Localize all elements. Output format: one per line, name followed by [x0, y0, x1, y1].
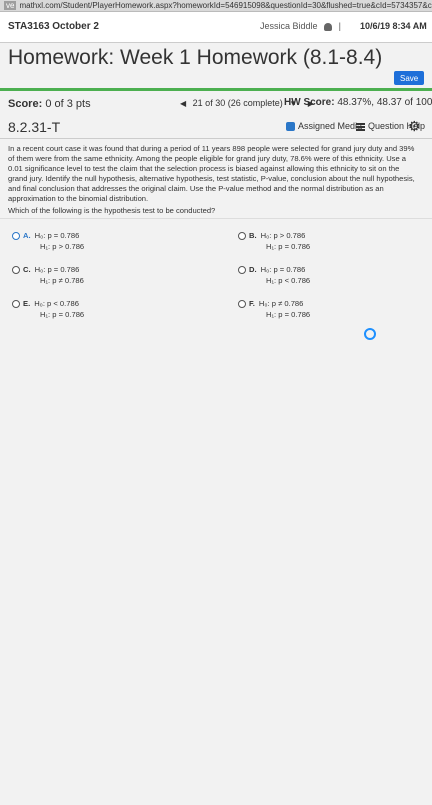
option-h1: H₁: p = 0.786 — [266, 310, 311, 319]
assigned-media-label: Assigned Media — [298, 121, 363, 131]
radio-button[interactable] — [12, 266, 20, 274]
cursor-indicator — [364, 328, 376, 340]
option-h1: H₁: p < 0.786 — [266, 276, 311, 285]
user-name: Jessica Biddle — [260, 21, 318, 31]
hw-score-label: HW Score: — [284, 97, 335, 108]
question-number: 8.2.31-T — [8, 119, 61, 135]
hw-score-value: 48.37%, 48.37 of 100 pts — [337, 97, 432, 108]
app-header: STA3163 October 2 Jessica Biddle | 10/6/… — [0, 12, 432, 43]
answer-option-e[interactable]: E. H₀: p < 0.786 H₁: p = 0.786 — [12, 298, 84, 320]
homework-score: HW Score: 48.37%, 48.37 of 100 pts — [284, 97, 432, 108]
answer-option-c[interactable]: C. H₀: p = 0.786 H₁: p ≠ 0.786 — [12, 264, 84, 286]
radio-button[interactable] — [12, 300, 20, 308]
score-label: Score: — [8, 98, 43, 110]
save-button[interactable]: Save — [394, 71, 424, 85]
course-name[interactable]: STA3163 October 2 — [8, 21, 99, 32]
score-value: 0 of 3 pts — [45, 98, 91, 110]
option-h0: H₀: p ≠ 0.786 — [258, 299, 304, 308]
option-h0: H₀: p = 0.786 — [34, 231, 80, 240]
answer-option-f[interactable]: F. H₀: p ≠ 0.786 H₁: p = 0.786 — [238, 298, 310, 320]
option-letter: C. — [23, 265, 31, 274]
radio-button[interactable] — [238, 266, 246, 274]
list-icon — [356, 122, 365, 131]
homework-title: Homework: Week 1 Homework (8.1-8.4) — [8, 46, 383, 69]
answer-option-b[interactable]: B. H₀: p > 0.786 H₁: p = 0.786 — [238, 230, 310, 252]
option-h1: H₁: p ≠ 0.786 — [40, 276, 84, 285]
divider — [0, 218, 432, 219]
option-letter: D. — [249, 265, 257, 274]
question-score: Score: 0 of 3 pts — [8, 98, 91, 110]
user-menu[interactable]: Jessica Biddle | — [260, 21, 341, 31]
user-icon — [324, 22, 333, 31]
option-h1: H₁: p = 0.786 — [40, 310, 85, 319]
radio-button[interactable] — [12, 232, 20, 240]
page: ve mathxl.com/Student/PlayerHomework.aspx… — [0, 0, 432, 805]
assigned-media-button[interactable]: Assigned Media — [286, 121, 363, 132]
answer-option-d[interactable]: D. H₀: p = 0.786 H₁: p < 0.786 — [238, 264, 310, 286]
answer-option-a[interactable]: A. H₀: p = 0.786 H₁: p > 0.786 — [12, 230, 84, 252]
option-letter: B. — [249, 231, 257, 240]
option-h0: H₀: p < 0.786 — [34, 299, 79, 308]
option-h0: H₀: p > 0.786 — [260, 231, 306, 240]
problem-text: In a recent court case it was found that… — [8, 144, 415, 203]
question-progress[interactable]: 21 of 30 (26 complete) — [193, 98, 283, 108]
gear-icon[interactable]: ⚙ — [408, 118, 421, 135]
url-text: mathxl.com/Student/PlayerHomework.aspx?h… — [19, 1, 432, 10]
radio-button[interactable] — [238, 300, 246, 308]
option-letter: A. — [23, 231, 31, 240]
header-separator: | — [338, 21, 341, 31]
option-h1: H₁: p > 0.786 — [40, 242, 85, 251]
radio-button[interactable] — [238, 232, 246, 240]
divider — [0, 138, 432, 139]
question-prompt: Which of the following is the hypothesis… — [8, 206, 216, 215]
header-datetime: 10/6/19 8:34 AM — [360, 21, 427, 31]
media-icon — [286, 122, 295, 132]
url-prefix: ve — [4, 1, 17, 10]
option-h0: H₀: p = 0.786 — [34, 265, 80, 274]
option-letter: E. — [23, 299, 31, 308]
previous-question-icon[interactable]: ◀ — [180, 99, 186, 108]
browser-url-bar[interactable]: ve mathxl.com/Student/PlayerHomework.aspx… — [0, 0, 432, 12]
option-h1: H₁: p = 0.786 — [266, 242, 311, 251]
option-h0: H₀: p = 0.786 — [260, 265, 306, 274]
option-letter: F. — [249, 299, 255, 308]
progress-divider — [0, 88, 432, 91]
